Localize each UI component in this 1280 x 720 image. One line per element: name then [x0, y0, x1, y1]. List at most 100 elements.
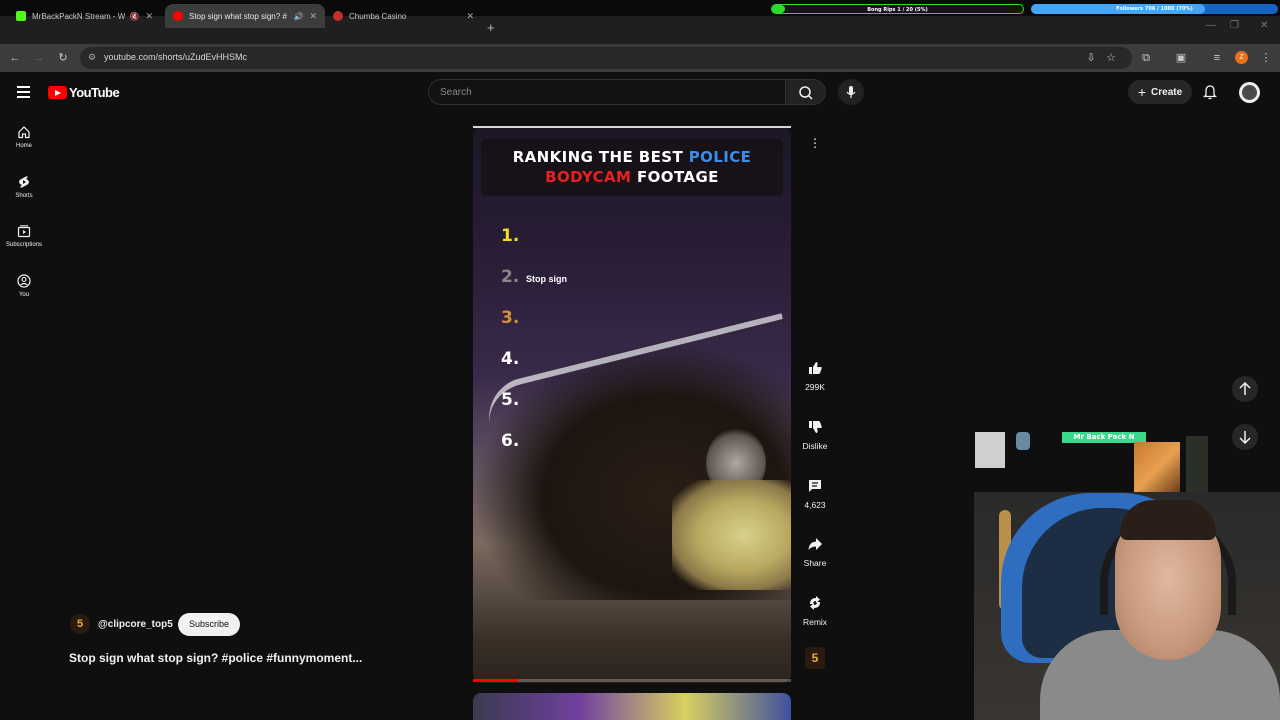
sidebar-item-label: Shorts [15, 193, 33, 199]
address-bar[interactable]: ⚙ youtube.com/shorts/uZudEvHHSMc [80, 47, 1132, 69]
share-arrow-icon [808, 538, 822, 550]
webcam-wall-figurine [1016, 432, 1030, 450]
dislike-label: Dislike [802, 441, 828, 451]
share-button[interactable]: Share [797, 536, 833, 568]
like-count: 299K [805, 382, 825, 392]
bong-rips-goal-bar: Bong Rips 1 / 20 (5%) [771, 4, 1024, 14]
sidebar-item-home[interactable]: Home [0, 125, 48, 149]
video-overlay-title: RANKING THE BEST POLICE BODYCAM FOOTAGE [481, 139, 783, 196]
search-button[interactable] [786, 79, 826, 105]
tab-title: Chumba Casino [349, 11, 407, 21]
channel-audio-thumbnail[interactable]: 5 [805, 647, 825, 669]
back-arrow-icon[interactable]: ← [7, 50, 23, 66]
tab-muted-icon[interactable]: 🔇 [129, 12, 139, 21]
side-panel-icon[interactable]: ▣ [1173, 50, 1189, 66]
channel-avatar[interactable]: 5 [70, 614, 90, 634]
youtube-logo-text: YouTube [69, 85, 120, 100]
browser-menu-icon[interactable]: ⋮ [1258, 50, 1274, 66]
remix-button[interactable]: Remix [797, 595, 833, 627]
rank-number: 5. [501, 390, 520, 410]
tab-title: MrBackPackN Stream - Wa [32, 11, 126, 21]
tab-close-icon[interactable]: ✕ [309, 11, 317, 22]
arrow-up-icon [1239, 381, 1251, 395]
you-icon [17, 274, 31, 288]
browser-profile-avatar[interactable]: Z [1235, 51, 1248, 64]
search-box[interactable] [428, 79, 786, 105]
arrow-down-icon [1239, 431, 1251, 445]
maximize-icon[interactable]: ❐ [1230, 20, 1239, 31]
minimize-icon[interactable]: — [1206, 20, 1216, 31]
youtube-play-icon [48, 86, 67, 99]
comments-count: 4,623 [804, 500, 826, 510]
remix-label: Remix [802, 617, 828, 627]
comments-button[interactable]: 4,623 [797, 478, 833, 510]
next-short-button[interactable] [1232, 424, 1258, 450]
forward-arrow-icon[interactable]: → [31, 50, 47, 66]
like-button[interactable]: 299K [797, 360, 833, 392]
tab-kick-stream[interactable]: MrBackPackN Stream - Wa 🔇 ✕ [8, 4, 161, 28]
shorts-icon [19, 176, 29, 188]
sidebar-item-subscriptions[interactable]: Subscriptions [0, 224, 48, 248]
short-title[interactable]: Stop sign what stop sign? #police #funny… [69, 651, 362, 665]
browser-toolbar: ← → ↻ ⚙ youtube.com/shorts/uZudEvHHSMc ⇩… [0, 44, 1280, 72]
rank-number: 1. [501, 226, 520, 246]
next-short-preview[interactable] [473, 693, 791, 720]
youtube-logo[interactable]: YouTube [48, 85, 120, 100]
sidebar-item-shorts[interactable]: Shorts [0, 175, 48, 199]
extensions-puzzle-icon[interactable]: ⧉ [1138, 50, 1154, 66]
home-icon [18, 126, 30, 139]
notifications-bell-icon[interactable] [1202, 84, 1218, 105]
voice-search-button[interactable] [838, 79, 864, 105]
bong-rips-goal-label: Bong Rips 1 / 20 (5%) [867, 7, 928, 13]
sidebar-item-label: Subscriptions [5, 242, 43, 248]
channel-handle[interactable]: @clipcore_top5 [98, 619, 173, 630]
remix-icon [810, 596, 820, 610]
tab-close-icon[interactable]: ✕ [145, 11, 153, 22]
create-label: Create [1151, 86, 1183, 98]
video-progress-fill [473, 679, 518, 682]
overlay-title-text: RANKING THE BEST [512, 148, 689, 166]
video-progress-bar[interactable] [473, 679, 791, 682]
overlay-title-highlight: BODYCAM [545, 168, 632, 186]
webcam-wall-photo [975, 432, 1005, 468]
subscribe-button[interactable]: Subscribe [178, 613, 240, 636]
url-text: youtube.com/shorts/uZudEvHHSMc [104, 52, 248, 62]
search-icon [799, 86, 813, 100]
hamburger-menu-icon[interactable] [17, 86, 30, 101]
account-avatar[interactable] [1239, 82, 1260, 103]
kick-favicon-icon [16, 11, 26, 21]
site-info-icon[interactable]: ⚙ [88, 52, 96, 63]
webcam-streamer-hair [1120, 500, 1216, 540]
tab-audio-icon[interactable]: 🔊 [293, 12, 303, 21]
overlay-title-text: FOOTAGE [631, 168, 719, 186]
dislike-button[interactable]: Dislike [797, 419, 833, 451]
tab-chumba-casino[interactable]: Chumba Casino ✕ [325, 4, 482, 28]
install-app-icon[interactable]: ⇩ [1083, 50, 1099, 66]
previous-short-button[interactable] [1232, 376, 1258, 402]
tab-title: Stop sign what stop sign? # [189, 11, 287, 21]
window-close-icon[interactable]: ✕ [1260, 20, 1268, 31]
webcam-tiger-poster [1134, 442, 1180, 498]
video-top-edge [473, 126, 791, 128]
thumbs-down-icon [809, 421, 822, 433]
comment-icon [809, 480, 821, 492]
media-controls-icon[interactable]: ≡ [1209, 50, 1225, 66]
new-tab-plus-icon[interactable]: + [487, 20, 495, 35]
rank-number: 2. [501, 267, 520, 287]
bookmark-star-icon[interactable]: ☆ [1103, 50, 1119, 66]
sidebar-item-you[interactable]: You [0, 274, 48, 298]
overlay-title-highlight: POLICE [688, 148, 752, 166]
chumba-favicon-icon [333, 11, 343, 21]
more-options-icon[interactable]: ⋮ [806, 134, 824, 152]
create-button[interactable]: + Create [1128, 80, 1192, 104]
followers-goal-label: Followers 706 / 1000 (70%) [1116, 6, 1193, 12]
video-frame-driver-shirt [672, 480, 791, 590]
microphone-icon [846, 86, 856, 98]
tab-youtube-short[interactable]: Stop sign what stop sign? # 🔊 ✕ [165, 4, 325, 28]
tab-close-icon[interactable]: ✕ [466, 11, 474, 22]
thumbs-up-icon [809, 362, 822, 374]
rank-number: 4. [501, 349, 520, 369]
search-input[interactable] [429, 80, 785, 104]
youtube-favicon-icon [173, 11, 183, 21]
reload-icon[interactable]: ↻ [55, 50, 71, 66]
